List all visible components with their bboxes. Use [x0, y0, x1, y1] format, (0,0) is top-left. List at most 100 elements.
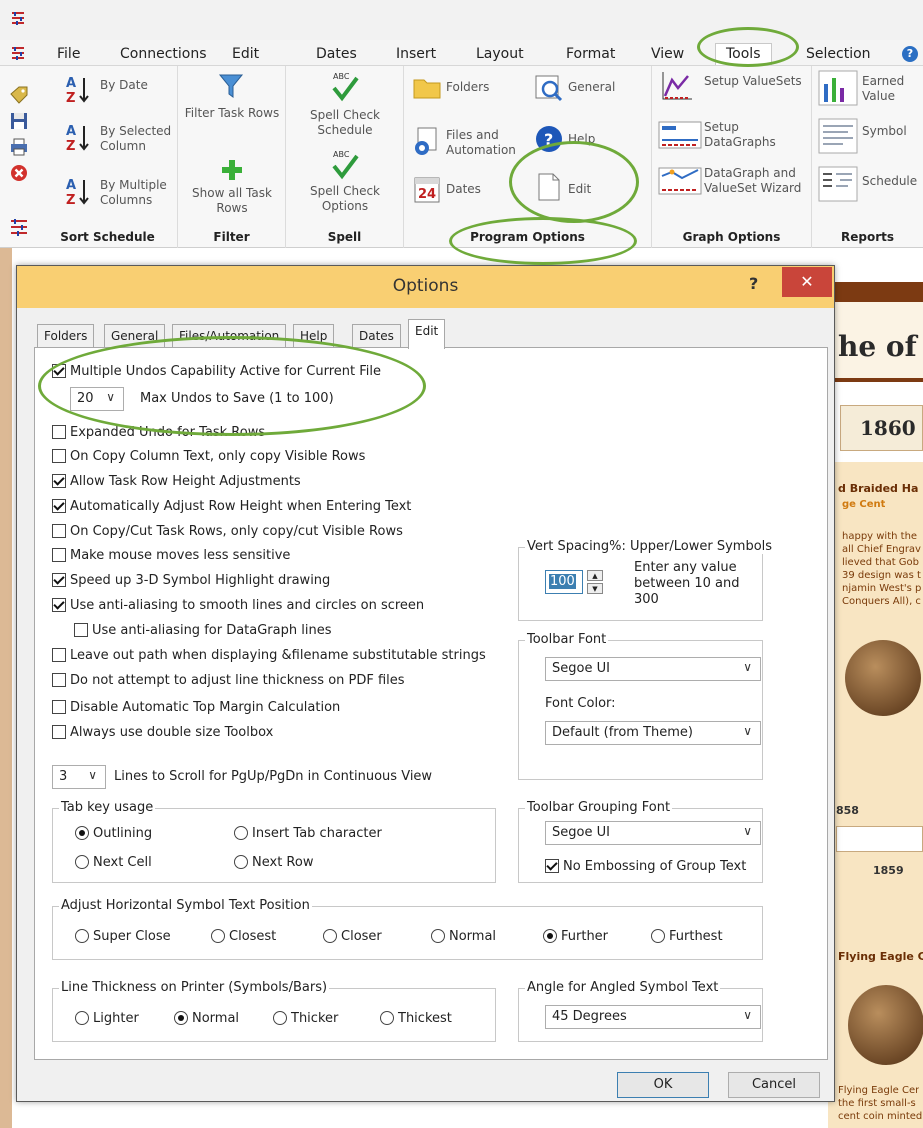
dialog-help-button[interactable]: ?: [749, 274, 758, 293]
menu-edit[interactable]: Edit: [232, 46, 259, 62]
radio-lighter[interactable]: Lighter: [75, 1009, 139, 1027]
max-undos-select[interactable]: 20 ∨: [70, 387, 124, 411]
menu-file[interactable]: File: [57, 46, 80, 62]
checkbox-auto-row-height[interactable]: Automatically Adjust Row Height when Ent…: [52, 497, 411, 515]
checkbox-box[interactable]: [52, 573, 66, 587]
tab-help[interactable]: Help: [293, 324, 335, 347]
checkbox-disable-top-margin[interactable]: Disable Automatic Top Margin Calculation: [52, 698, 340, 716]
checkbox-row-height-adjust[interactable]: Allow Task Row Height Adjustments: [52, 472, 301, 490]
radio-normal-position[interactable]: Normal: [431, 927, 496, 945]
checkbox-box[interactable]: [52, 499, 66, 513]
checkbox-copy-cut-visible[interactable]: On Copy/Cut Task Rows, only copy/cut Vis…: [52, 522, 403, 540]
menu-view[interactable]: View: [651, 46, 684, 62]
radio-super-close[interactable]: Super Close: [75, 927, 171, 945]
checkbox-box[interactable]: [52, 648, 66, 662]
toolbar-font-select[interactable]: Segoe UI ∨: [545, 657, 761, 681]
app-small-logo-icon[interactable]: [8, 216, 30, 238]
menu-tools[interactable]: Tools: [715, 43, 772, 65]
radio-circle[interactable]: [211, 929, 225, 943]
font-color-select[interactable]: Default (from Theme) ∨: [545, 721, 761, 745]
help-icon[interactable]: ?: [902, 46, 918, 62]
sort-by-selected-column-button[interactable]: By Selected Column: [100, 124, 174, 154]
show-all-task-rows-button[interactable]: Show all Task Rows: [184, 186, 280, 216]
checkbox-box[interactable]: [52, 474, 66, 488]
radio-insert-tab[interactable]: Insert Tab character: [234, 824, 382, 842]
checkbox-box[interactable]: [52, 725, 66, 739]
filter-task-rows-button[interactable]: Filter Task Rows: [184, 106, 280, 121]
general-button[interactable]: General: [568, 80, 615, 95]
checkbox-box[interactable]: [52, 524, 66, 538]
folders-button[interactable]: Folders: [446, 80, 489, 95]
checkbox-box[interactable]: [52, 700, 66, 714]
checkbox-leave-out-path[interactable]: Leave out path when displaying &filename…: [52, 646, 486, 664]
checkbox-expanded-undo[interactable]: Expanded Undo for Task Rows: [52, 423, 265, 441]
radio-circle[interactable]: [651, 929, 665, 943]
lines-to-scroll-select[interactable]: 3 ∨: [52, 765, 106, 789]
radio-circle[interactable]: [431, 929, 445, 943]
radio-thickest[interactable]: Thickest: [380, 1009, 452, 1027]
datagraph-valueset-wizard-button[interactable]: DataGraph and ValueSet Wizard: [704, 166, 810, 196]
radio-further[interactable]: Further: [543, 927, 608, 945]
sort-by-date-button[interactable]: By Date: [100, 78, 148, 93]
dialog-title-bar[interactable]: Options ? ✕: [17, 266, 834, 308]
spell-check-options-button[interactable]: Spell Check Options: [292, 184, 398, 214]
checkbox-multiple-undos[interactable]: Multiple Undos Capability Active for Cur…: [52, 362, 381, 380]
dialog-close-button[interactable]: ✕: [782, 267, 832, 297]
ok-button[interactable]: OK: [617, 1072, 709, 1098]
grouping-font-select[interactable]: Segoe UI ∨: [545, 821, 761, 845]
radio-thicker[interactable]: Thicker: [273, 1009, 338, 1027]
checkbox-box[interactable]: [545, 859, 559, 873]
menu-connections[interactable]: Connections: [120, 46, 207, 62]
checkbox-box[interactable]: [52, 598, 66, 612]
close-file-icon[interactable]: [8, 162, 30, 184]
radio-closer[interactable]: Closer: [323, 927, 382, 945]
menu-selection[interactable]: Selection: [806, 46, 871, 62]
checkbox-pdf-line-thickness[interactable]: Do not attempt to adjust line thickness …: [52, 671, 405, 689]
files-and-automation-button[interactable]: Files and Automation: [446, 128, 526, 158]
earned-value-button[interactable]: Earned Value: [862, 74, 918, 104]
tab-general[interactable]: General: [104, 324, 166, 347]
checkbox-box[interactable]: [74, 623, 88, 637]
print-icon[interactable]: [8, 136, 30, 158]
checkbox-box[interactable]: [52, 425, 66, 439]
vert-spacing-spinner[interactable]: ▲ ▼: [587, 570, 603, 594]
checkbox-box[interactable]: [52, 673, 66, 687]
menu-dates[interactable]: Dates: [316, 46, 357, 62]
checkbox-box[interactable]: [52, 449, 66, 463]
checkbox-box[interactable]: [52, 364, 66, 378]
tab-dates[interactable]: Dates: [352, 324, 401, 347]
checkbox-mouse-less-sensitive[interactable]: Make mouse moves less sensitive: [52, 546, 290, 564]
checkbox-copy-column-visible[interactable]: On Copy Column Text, only copy Visible R…: [52, 447, 365, 465]
checkbox-box[interactable]: [52, 548, 66, 562]
radio-circle[interactable]: [234, 855, 248, 869]
app-menu-logo-icon[interactable]: [10, 45, 26, 61]
cancel-button[interactable]: Cancel: [728, 1072, 820, 1098]
radio-circle[interactable]: [75, 826, 89, 840]
edit-options-button[interactable]: Edit: [568, 182, 591, 197]
menu-insert[interactable]: Insert: [396, 46, 436, 62]
radio-normal-thickness[interactable]: Normal: [174, 1009, 239, 1027]
tab-files-automation[interactable]: Files/Automation: [172, 324, 287, 347]
radio-circle[interactable]: [543, 929, 557, 943]
radio-circle[interactable]: [75, 855, 89, 869]
radio-next-row[interactable]: Next Row: [234, 853, 313, 871]
radio-circle[interactable]: [174, 1011, 188, 1025]
radio-next-cell[interactable]: Next Cell: [75, 853, 152, 871]
radio-circle[interactable]: [273, 1011, 287, 1025]
radio-closest[interactable]: Closest: [211, 927, 276, 945]
checkbox-anti-aliasing-datagraph[interactable]: Use anti-aliasing for DataGraph lines: [74, 621, 331, 639]
spin-down-icon[interactable]: ▼: [587, 583, 603, 594]
dates-button[interactable]: Dates: [446, 182, 481, 197]
schedule-report-button[interactable]: Schedule: [862, 174, 917, 189]
spell-check-schedule-button[interactable]: Spell Check Schedule: [292, 108, 398, 138]
menu-layout[interactable]: Layout: [476, 46, 524, 62]
sort-by-multiple-columns-button[interactable]: By Multiple Columns: [100, 178, 174, 208]
radio-circle[interactable]: [234, 826, 248, 840]
checkbox-speed-up-3d[interactable]: Speed up 3-D Symbol Highlight drawing: [52, 571, 330, 589]
checkbox-no-embossing[interactable]: No Embossing of Group Text: [545, 857, 746, 875]
radio-furthest[interactable]: Furthest: [651, 927, 723, 945]
checkbox-anti-aliasing-screen[interactable]: Use anti-aliasing to smooth lines and ci…: [52, 596, 424, 614]
checkbox-double-size-toolbox[interactable]: Always use double size Toolbox: [52, 723, 273, 741]
tab-folders[interactable]: Folders: [37, 324, 95, 347]
radio-outlining[interactable]: Outlining: [75, 824, 152, 842]
